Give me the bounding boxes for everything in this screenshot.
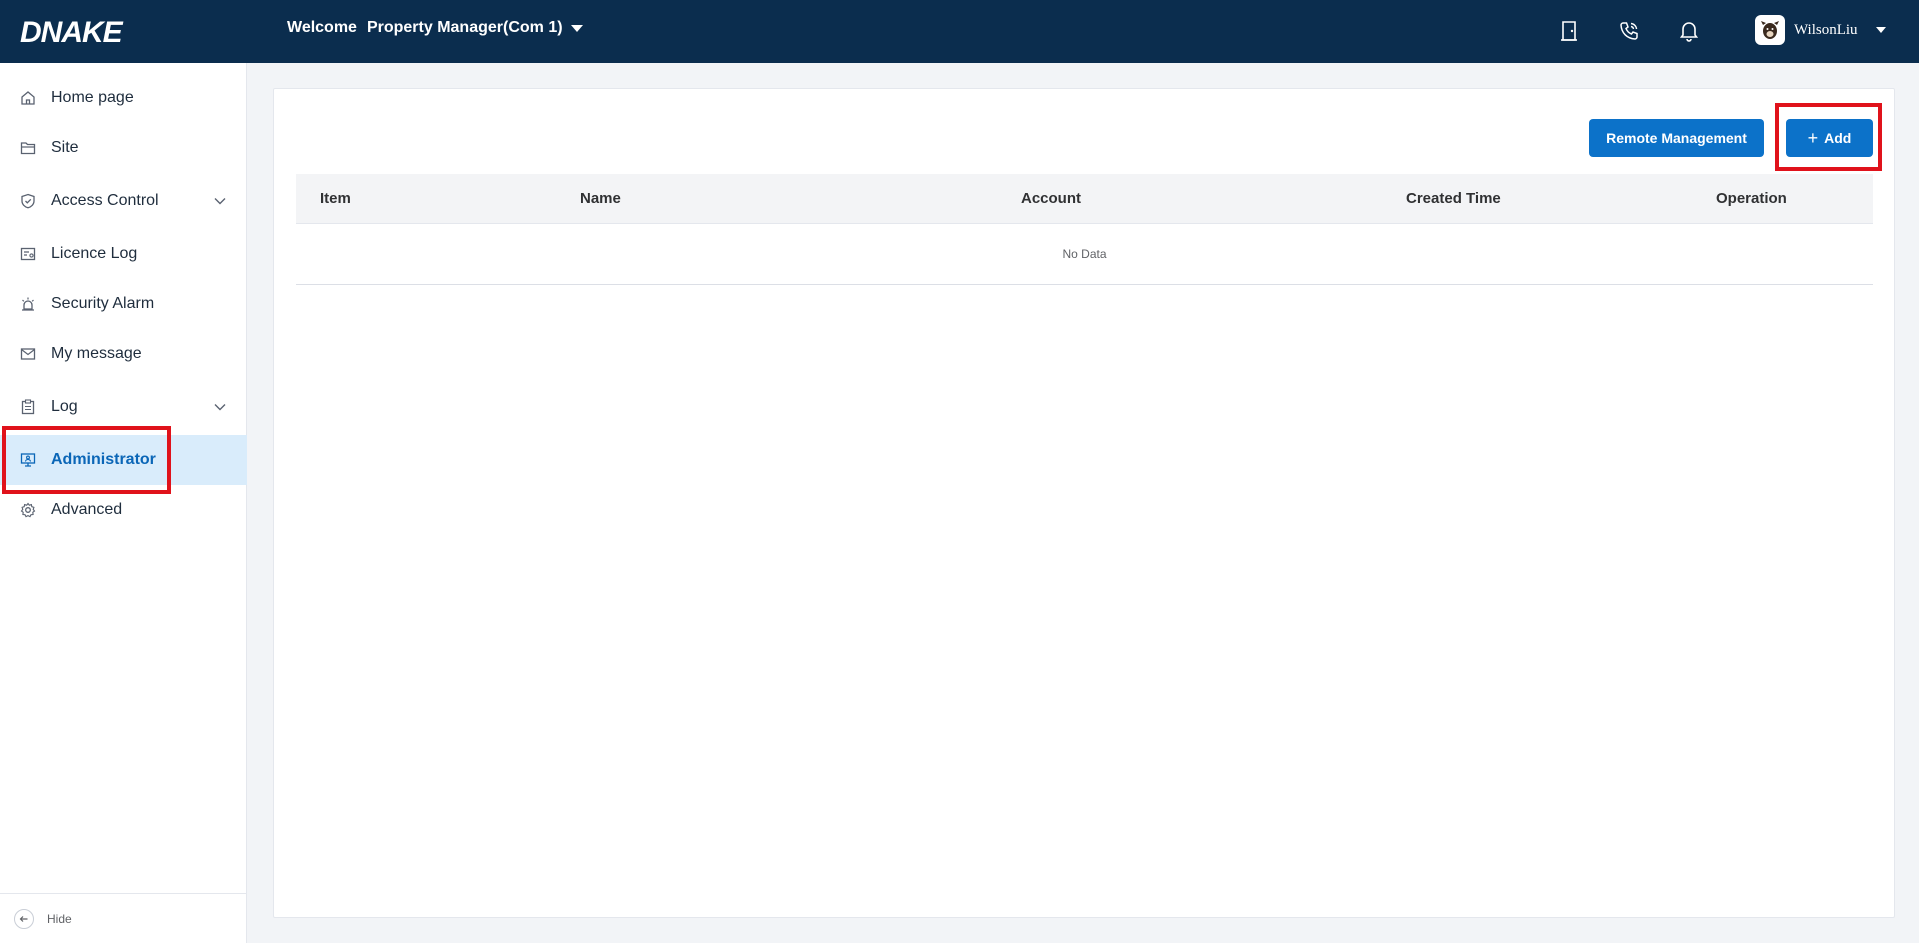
sidebar-item-label: Administrator — [51, 451, 156, 468]
alarm-icon — [19, 295, 37, 313]
column-header-created-time: Created Time — [1406, 190, 1501, 207]
chevron-down-icon[interactable] — [213, 194, 227, 208]
sidebar-item-label: My message — [51, 345, 142, 362]
hide-sidebar-button[interactable]: Hide — [0, 893, 247, 943]
sidebar-item-label: Home page — [51, 89, 134, 106]
home-icon — [19, 89, 37, 107]
sidebar-item-log[interactable]: Log — [0, 382, 247, 432]
column-header-item: Item — [320, 190, 351, 207]
sidebar-item-administrator[interactable]: Administrator — [0, 435, 247, 485]
column-header-operation: Operation — [1716, 190, 1787, 207]
add-label: Add — [1824, 130, 1852, 146]
gear-icon — [19, 501, 37, 519]
clipboard-icon — [19, 398, 37, 416]
monitor-icon — [19, 451, 37, 469]
chevron-down-icon[interactable] — [213, 400, 227, 414]
sidebar-item-home[interactable]: Home page — [0, 73, 247, 123]
remote-management-button[interactable]: Remote Management — [1589, 119, 1764, 157]
add-button[interactable]: + Add — [1786, 119, 1873, 157]
table-body: No Data — [296, 224, 1873, 285]
sidebar-item-label: Access Control — [51, 192, 159, 209]
sidebar-item-licence-log[interactable]: Licence Log — [0, 229, 247, 279]
welcome-label: Welcome — [287, 19, 357, 36]
sidebar-item-access-control[interactable]: Access Control — [0, 176, 247, 226]
sidebar: Home page Site Access Control Licence Lo… — [0, 63, 247, 943]
column-header-name: Name — [580, 190, 621, 207]
plus-icon: + — [1807, 128, 1819, 148]
hide-label: Hide — [47, 911, 72, 926]
column-header-account: Account — [1021, 190, 1081, 207]
sidebar-item-label: Site — [51, 139, 79, 156]
sidebar-item-advanced[interactable]: Advanced — [0, 485, 247, 535]
sidebar-item-site[interactable]: Site — [0, 123, 247, 173]
bell-icon[interactable] — [1676, 18, 1702, 44]
shield-icon — [19, 192, 37, 210]
folder-icon — [19, 139, 37, 157]
user-caret-icon[interactable] — [1875, 27, 1886, 33]
table-header: Item Name Account Created Time Operation — [296, 174, 1873, 224]
role-caret-icon[interactable] — [570, 24, 583, 32]
mail-icon — [19, 345, 37, 363]
top-header: DNAKE Welcome Property Manager(Com 1) Wi… — [0, 0, 1919, 63]
administrator-table: Item Name Account Created Time Operation… — [296, 174, 1873, 285]
arrow-left-icon — [14, 908, 34, 929]
license-icon — [19, 245, 37, 263]
user-name[interactable]: WilsonLiu — [1794, 22, 1858, 39]
role-label[interactable]: Property Manager(Com 1) — [367, 19, 563, 37]
welcome-selector[interactable]: Welcome Property Manager(Com 1) — [287, 19, 583, 37]
user-menu[interactable]: WilsonLiu — [1755, 15, 1886, 45]
sidebar-item-security-alarm[interactable]: Security Alarm — [0, 279, 247, 329]
sidebar-item-label: Log — [51, 398, 78, 415]
dnake-logo[interactable]: DNAKE — [20, 16, 123, 50]
phone-icon[interactable] — [1616, 18, 1642, 44]
empty-state-text: No Data — [1062, 247, 1107, 261]
sidebar-item-my-message[interactable]: My message — [0, 329, 247, 379]
door-icon[interactable] — [1556, 18, 1582, 44]
avatar[interactable] — [1755, 15, 1785, 45]
administrator-panel: Remote Management + Add Item Name Accoun… — [273, 88, 1895, 918]
sidebar-item-label: Security Alarm — [51, 295, 155, 312]
sidebar-item-label: Licence Log — [51, 245, 138, 262]
sidebar-item-label: Advanced — [51, 501, 123, 518]
